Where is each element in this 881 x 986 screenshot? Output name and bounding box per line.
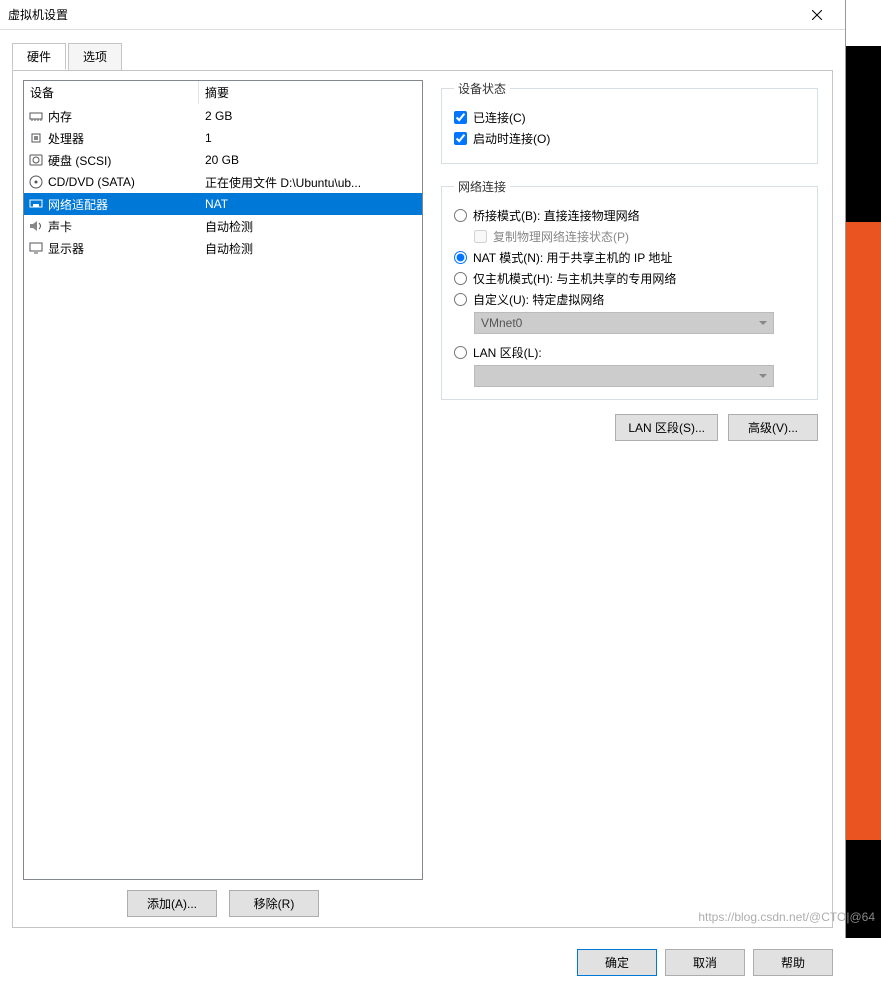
lan-segment-radio-row[interactable]: LAN 区段(L): [454,344,805,361]
tab-hardware[interactable]: 硬件 [12,43,66,70]
left-pane: 设备 摘要 内存 2 GB 处理器 1 硬盘 (SCSI) 20 GB CD/DVD (SA… [23,80,423,917]
ok-button[interactable]: 确定 [577,949,657,976]
remove-button[interactable]: 移除(R) [229,890,319,917]
device-summary: 2 GB [199,109,422,123]
memory-icon [28,108,44,124]
advanced-button[interactable]: 高级(V)... [728,414,818,441]
table-row[interactable]: 声卡 自动检测 [24,215,422,237]
device-summary: 自动检测 [199,240,422,257]
replicate-checkbox-row: 复制物理网络连接状态(P) [474,228,805,245]
nat-label: NAT 模式(N): 用于共享主机的 IP 地址 [473,249,672,266]
poweron-checkbox-row[interactable]: 启动时连接(O) [454,130,805,147]
table-row[interactable]: 显示器 自动检测 [24,237,422,259]
right-pane: 设备状态 已连接(C) 启动时连接(O) 网络连接 桥接模式(B): 直接连接物 [441,80,822,917]
lan-segments-button[interactable]: LAN 区段(S)... [615,414,718,441]
lan-segment-label: LAN 区段(L): [473,344,542,361]
vm-settings-dialog: 虚拟机设置 硬件 选项 设备 摘要 内存 2 GB 处理器 1 硬盘 (SCSI) 20 … [0,0,846,938]
device-state-group: 设备状态 已连接(C) 启动时连接(O) [441,80,818,164]
table-row[interactable]: 内存 2 GB [24,105,422,127]
table-row[interactable]: 网络适配器 NAT [24,193,422,215]
nat-radio-row[interactable]: NAT 模式(N): 用于共享主机的 IP 地址 [454,249,805,266]
nic-icon [28,196,44,212]
device-name: 声卡 [48,218,72,235]
hostonly-radio[interactable] [454,272,467,285]
connected-label: 已连接(C) [473,109,526,126]
device-name: 处理器 [48,130,84,147]
nat-radio[interactable] [454,251,467,264]
dialog-content: 硬件 选项 设备 摘要 内存 2 GB 处理器 1 硬盘 (SCSI) 20 GB CD/D… [0,30,845,938]
custom-radio-row[interactable]: 自定义(U): 特定虚拟网络 [454,291,805,308]
title-bar: 虚拟机设置 [0,0,845,30]
cpu-icon [28,130,44,146]
connected-checkbox[interactable] [454,111,467,124]
lan-segment-radio[interactable] [454,346,467,359]
hdd-icon [28,152,44,168]
custom-vmnet-select: VMnet0 [474,312,774,334]
custom-radio[interactable] [454,293,467,306]
device-summary: 1 [199,131,422,145]
cd-icon [28,174,44,190]
device-summary: 正在使用文件 D:\Ubuntu\ub... [199,174,422,191]
device-name: 显示器 [48,240,84,257]
connected-checkbox-row[interactable]: 已连接(C) [454,109,805,126]
table-row[interactable]: 硬盘 (SCSI) 20 GB [24,149,422,171]
add-button[interactable]: 添加(A)... [127,890,217,917]
poweron-checkbox[interactable] [454,132,467,145]
device-summary: 20 GB [199,153,422,167]
help-button[interactable]: 帮助 [753,949,833,976]
close-button[interactable] [797,1,837,29]
watermark-text: https://blog.csdn.net/@CTO|@64 [698,910,875,924]
replicate-label: 复制物理网络连接状态(P) [493,228,629,245]
device-name: CD/DVD (SATA) [48,175,135,189]
bridged-radio-row[interactable]: 桥接模式(B): 直接连接物理网络 [454,207,805,224]
poweron-label: 启动时连接(O) [473,130,550,147]
background-desktop [846,0,881,938]
network-connection-group: 网络连接 桥接模式(B): 直接连接物理网络 复制物理网络连接状态(P) NAT… [441,178,818,400]
lan-segment-select [474,365,774,387]
device-table: 设备 摘要 内存 2 GB 处理器 1 硬盘 (SCSI) 20 GB CD/DVD (SA… [23,80,423,880]
bridged-radio[interactable] [454,209,467,222]
tab-options[interactable]: 选项 [68,43,122,70]
replicate-checkbox [474,230,487,243]
sound-icon [28,218,44,234]
table-row[interactable]: CD/DVD (SATA) 正在使用文件 D:\Ubuntu\ub... [24,171,422,193]
network-legend: 网络连接 [454,178,510,195]
device-name: 硬盘 (SCSI) [48,152,111,169]
dialog-title: 虚拟机设置 [8,6,68,23]
cancel-button[interactable]: 取消 [665,949,745,976]
table-row[interactable]: 处理器 1 [24,127,422,149]
device-summary: 自动检测 [199,218,422,235]
device-summary: NAT [199,197,422,211]
tab-strip: 硬件 选项 [12,43,833,71]
tab-panel-hardware: 设备 摘要 内存 2 GB 处理器 1 硬盘 (SCSI) 20 GB CD/DVD (SA… [12,70,833,928]
col-header-device[interactable]: 设备 [24,81,199,104]
dialog-footer: 确定 取消 帮助 [0,938,845,986]
monitor-icon [28,240,44,256]
custom-vmnet-value: VMnet0 [481,316,522,330]
custom-label: 自定义(U): 特定虚拟网络 [473,291,604,308]
device-name: 内存 [48,108,72,125]
device-state-legend: 设备状态 [454,80,510,97]
bridged-label: 桥接模式(B): 直接连接物理网络 [473,207,640,224]
close-icon [812,10,822,20]
hostonly-radio-row[interactable]: 仅主机模式(H): 与主机共享的专用网络 [454,270,805,287]
hostonly-label: 仅主机模式(H): 与主机共享的专用网络 [473,270,676,287]
device-name: 网络适配器 [48,196,108,213]
col-header-summary[interactable]: 摘要 [199,81,422,104]
